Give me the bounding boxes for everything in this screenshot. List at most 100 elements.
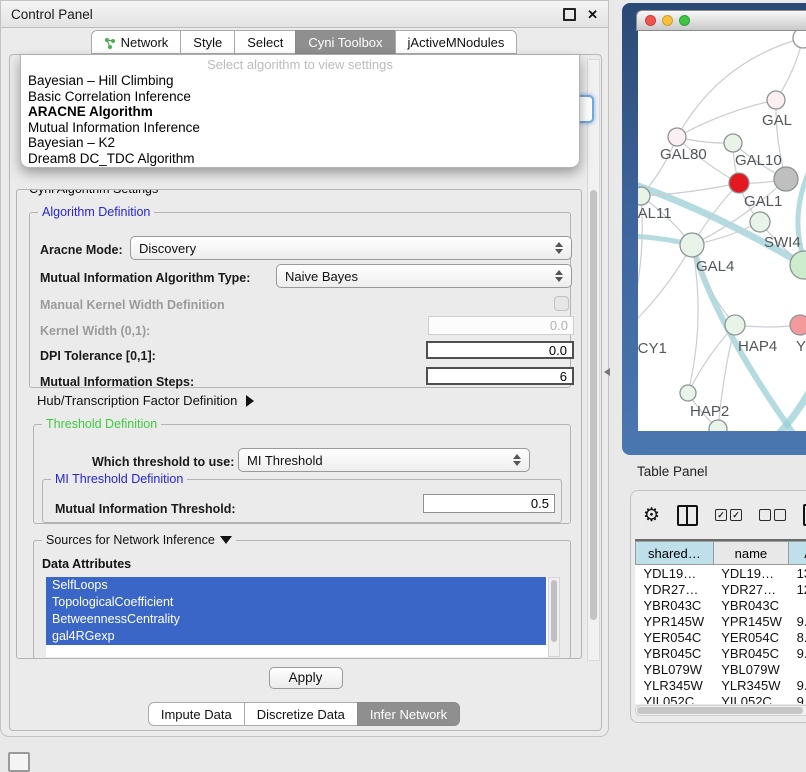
which-threshold-select[interactable]: MI Threshold xyxy=(238,448,530,472)
settings-scrollbar-thumb[interactable] xyxy=(590,190,597,620)
network-node[interactable] xyxy=(774,167,798,191)
table-cell: YER054C xyxy=(636,629,714,645)
table-row[interactable]: YBL079WYBL079W xyxy=(636,661,806,677)
apply-button[interactable]: Apply xyxy=(269,667,343,689)
settings-scrollbar[interactable] xyxy=(587,59,600,661)
network-node[interactable] xyxy=(724,134,742,152)
attributes-scrollbar[interactable] xyxy=(548,577,560,657)
mi-threshold-title: MI Threshold Definition xyxy=(51,472,187,486)
mi-type-select[interactable]: Naive Bayes xyxy=(276,264,572,288)
table-row[interactable]: YDR27…YDR27…12 xyxy=(636,581,806,597)
algorithm-definition-title: Algorithm Definition xyxy=(38,205,154,219)
tab-infer-network[interactable]: Infer Network xyxy=(357,702,460,726)
table-row[interactable]: YLR345WYLR345W9. xyxy=(636,677,806,693)
tab-select[interactable]: Select xyxy=(234,30,296,54)
table-row[interactable]: YBR043CYBR043C xyxy=(636,597,806,613)
algorithm-option[interactable]: Bayesian – Hill Climbing xyxy=(21,73,579,89)
hide-columns-icon[interactable] xyxy=(759,509,786,521)
mi-type-label: Mutual Information Algorithm Type: xyxy=(40,271,250,285)
network-node[interactable] xyxy=(680,385,696,401)
tab-jactivemnodules[interactable]: jActiveMNodules xyxy=(395,30,518,54)
table-row[interactable]: YPR145WYPR145W9. xyxy=(636,613,806,629)
show-columns-icon[interactable]: ✓✓ xyxy=(715,509,742,521)
float-window-icon[interactable] xyxy=(563,8,576,21)
columns-icon[interactable] xyxy=(677,505,698,526)
tab-cyni-toolbox[interactable]: Cyni Toolbox xyxy=(295,30,395,54)
panel-divider-handle[interactable] xyxy=(604,368,610,376)
algorithm-option[interactable]: Bayesian – K2 xyxy=(21,135,579,151)
cyni-algorithm-settings-group: Cyni Algorithm Settings Algorithm Defini… xyxy=(16,189,582,659)
table-cell: 9. xyxy=(789,693,806,704)
network-window-titlebar[interactable] xyxy=(636,10,806,31)
network-node[interactable] xyxy=(750,212,770,232)
network-node[interactable] xyxy=(725,315,745,335)
tab-network[interactable]: Network xyxy=(91,30,182,54)
hub-expander-label: Hub/Transcription Factor Definition xyxy=(37,393,237,408)
table-cell: 12 xyxy=(789,581,806,597)
control-panel-window: Control Panel ✕ NetworkStyleSelectCyni T… xyxy=(0,0,609,737)
data-attribute-item[interactable]: TopologicalCoefficient xyxy=(46,594,546,611)
manual-kernel-checkbox[interactable] xyxy=(554,296,569,311)
mi-threshold-field[interactable] xyxy=(423,494,555,513)
algorithm-option[interactable]: Dream8 DC_TDC Algorithm xyxy=(21,151,579,167)
tab-label: Infer Network xyxy=(370,707,447,722)
column-header-2[interactable]: name xyxy=(713,542,788,565)
threshold-definition-title: Threshold Definition xyxy=(42,417,161,431)
close-icon[interactable]: ✕ xyxy=(587,8,598,21)
close-traffic-light[interactable] xyxy=(645,15,656,26)
network-node[interactable] xyxy=(680,233,704,257)
tab-impute-data[interactable]: Impute Data xyxy=(148,702,245,726)
table-row[interactable]: YIL052CYIL052C9. xyxy=(636,693,806,704)
network-node[interactable] xyxy=(790,315,806,335)
table-cell: YIL052C xyxy=(636,693,714,704)
node-table: shared…nameA YDL19…YDL19…13YDR27…YDR27…1… xyxy=(635,539,806,704)
network-node[interactable] xyxy=(709,420,727,431)
minimized-panel-icon[interactable] xyxy=(8,752,30,772)
data-attributes-list[interactable]: SelfLoopsTopologicalCoefficientBetweenne… xyxy=(46,577,560,657)
tab-discretize-data[interactable]: Discretize Data xyxy=(244,702,358,726)
table-row[interactable]: YBR045CYBR045C9. xyxy=(636,645,806,661)
data-attribute-item[interactable]: SelfLoops xyxy=(46,577,546,594)
table-h-scrollbar[interactable] xyxy=(635,705,806,716)
zoom-traffic-light[interactable] xyxy=(679,15,690,26)
algorithm-option[interactable]: ARACNE Algorithm xyxy=(21,104,579,120)
node-label: GCY1 xyxy=(638,340,667,357)
node-label: Y xyxy=(796,338,806,355)
minimize-traffic-light[interactable] xyxy=(662,15,673,26)
column-header-1[interactable]: shared… xyxy=(636,542,714,565)
gear-icon[interactable]: ⚙ xyxy=(643,506,660,525)
network-canvas[interactable]: GALGAL80GAL10GAL1GAL11SWI4GAL4GCY1HAP4YH… xyxy=(638,31,806,431)
sources-title[interactable]: Sources for Network Inference xyxy=(42,533,236,547)
network-tab-icon xyxy=(104,37,116,49)
node-label: HAP4 xyxy=(738,338,777,355)
dpi-tolerance-field[interactable] xyxy=(426,341,574,359)
data-attribute-item[interactable]: BetweennessCentrality xyxy=(46,611,546,628)
tab-style[interactable]: Style xyxy=(180,30,235,54)
sources-group: Sources for Network Inference Data Attri… xyxy=(33,540,571,659)
mi-type-value: Naive Bayes xyxy=(285,269,358,284)
algorithm-option[interactable]: Mutual Information Inference xyxy=(21,120,579,136)
network-node[interactable] xyxy=(793,31,806,48)
window-controls: ✕ xyxy=(563,8,598,21)
tab-label: Network xyxy=(121,35,169,50)
hub-transcription-expander[interactable]: Hub/Transcription Factor Definition xyxy=(37,393,254,408)
table-cell: YPR145W xyxy=(713,613,788,629)
aracne-mode-select[interactable]: Discovery xyxy=(130,236,572,260)
network-node[interactable] xyxy=(767,91,785,109)
network-node[interactable] xyxy=(729,173,749,193)
attributes-scrollbar-thumb[interactable] xyxy=(551,580,557,642)
algorithm-definition-group: Algorithm Definition Aracne Mode: Discov… xyxy=(29,212,571,388)
column-header-3[interactable]: A xyxy=(789,542,806,565)
network-node[interactable] xyxy=(638,187,650,205)
mi-steps-field[interactable] xyxy=(426,367,574,385)
tab-label: Discretize Data xyxy=(257,707,345,722)
table-cell: YBR043C xyxy=(636,597,714,613)
network-node[interactable] xyxy=(668,128,686,146)
table-row[interactable]: YER054CYER054C8. xyxy=(636,629,806,645)
expander-arrow-right-icon xyxy=(246,395,254,407)
table-h-scrollbar-thumb[interactable] xyxy=(637,707,803,714)
table-row[interactable]: YDL19…YDL19…13 xyxy=(636,565,806,582)
table-cell: YDL19… xyxy=(636,565,714,582)
data-attribute-item[interactable]: gal4RGexp xyxy=(46,628,546,645)
algorithm-option[interactable]: Basic Correlation Inference xyxy=(21,89,579,105)
